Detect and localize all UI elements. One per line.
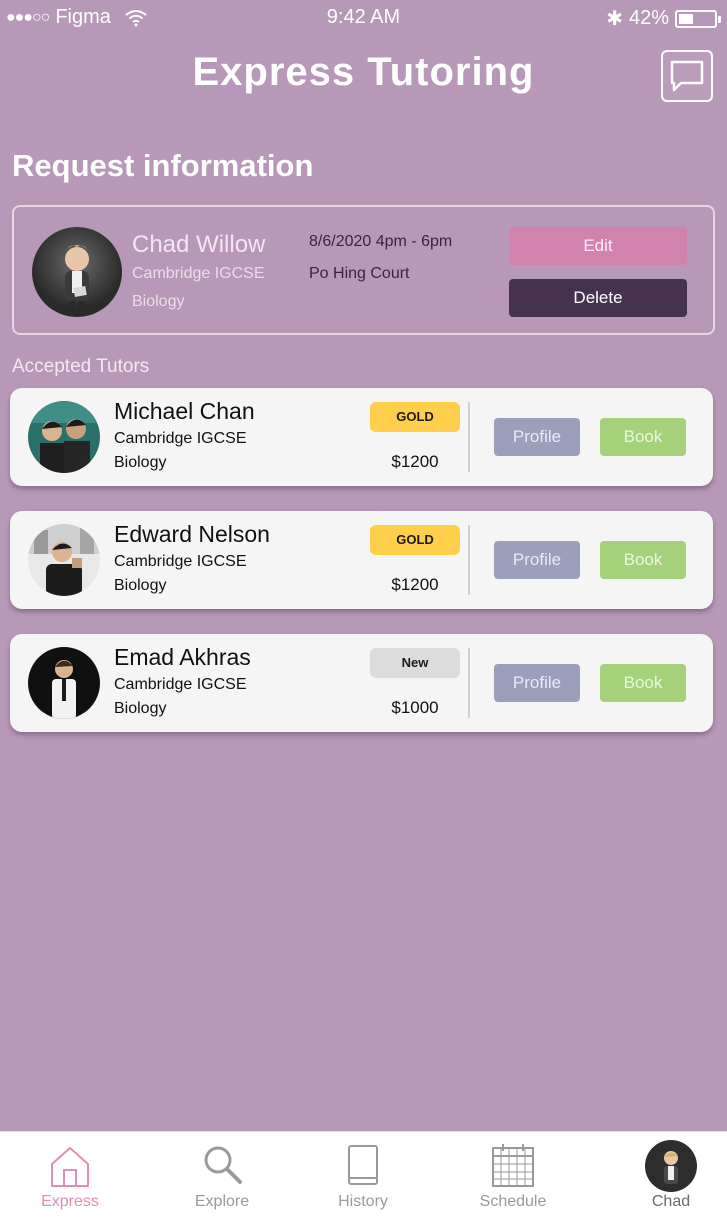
- card-divider: [468, 648, 470, 718]
- calendar-icon: [492, 1144, 534, 1187]
- book-button[interactable]: Book: [600, 418, 686, 456]
- student-avatar: [32, 227, 122, 317]
- tier-badge: New: [370, 648, 460, 678]
- tier-badge: GOLD: [370, 402, 460, 432]
- tutor-curriculum: Cambridge IGCSE: [114, 430, 247, 447]
- tab-profile-chad[interactable]: Chad: [601, 1132, 727, 1219]
- tab-express[interactable]: Express: [0, 1132, 140, 1219]
- student-curriculum: Cambridge IGCSE: [132, 265, 265, 282]
- request-location: Po Hing Court: [309, 265, 410, 282]
- request-section-title: Request information: [12, 148, 314, 183]
- home-icon: [51, 1147, 89, 1187]
- battery-percent: 42%: [628, 7, 669, 29]
- tutor-photo: [28, 647, 100, 719]
- profile-button[interactable]: Profile: [494, 541, 580, 579]
- card-divider: [468, 402, 470, 472]
- tutor-price: $1200: [391, 575, 439, 594]
- tutor-avatar: [28, 647, 100, 719]
- tab-explore[interactable]: Explore: [152, 1132, 292, 1219]
- battery-level: [679, 13, 693, 24]
- search-icon: [204, 1146, 242, 1184]
- tab-label: History: [338, 1193, 388, 1210]
- tutor-avatar: [28, 401, 100, 473]
- tab-schedule[interactable]: Schedule: [443, 1132, 583, 1219]
- tutor-subject: Biology: [114, 454, 167, 471]
- tutor-avatar: [28, 524, 100, 596]
- tab-history[interactable]: History: [293, 1132, 433, 1219]
- status-right: ✱ 42%: [606, 6, 721, 31]
- book-icon: [348, 1145, 378, 1185]
- bluetooth-icon: ✱: [606, 8, 623, 30]
- edit-button[interactable]: Edit: [509, 227, 687, 265]
- profile-button[interactable]: Profile: [494, 418, 580, 456]
- status-bar: ●●●○○ Figma 9:42 AM ✱ 42%: [0, 0, 727, 36]
- student-photo: [65, 245, 89, 313]
- tutor-photo: [28, 401, 100, 473]
- tutor-curriculum: Cambridge IGCSE: [114, 676, 247, 693]
- tutor-card: Michael Chan Cambridge IGCSE Biology GOL…: [10, 388, 713, 486]
- tutor-price: $1200: [391, 452, 439, 471]
- chat-bubble-icon: [670, 60, 704, 92]
- tab-label: Chad: [651, 1193, 691, 1210]
- tutor-price: $1000: [391, 698, 439, 717]
- tutor-photo: [28, 524, 100, 596]
- student-subject: Biology: [132, 293, 185, 310]
- tutor-name: Michael Chan: [114, 398, 255, 424]
- student-name: Chad Willow: [132, 231, 266, 258]
- avatar: [645, 1140, 697, 1192]
- delete-button[interactable]: Delete: [509, 279, 687, 317]
- user-avatar-photo: [645, 1140, 697, 1192]
- tutor-curriculum: Cambridge IGCSE: [114, 553, 247, 570]
- tutor-subject: Biology: [114, 577, 167, 594]
- profile-button[interactable]: Profile: [494, 664, 580, 702]
- tutor-card: Emad Akhras Cambridge IGCSE Biology New …: [10, 634, 713, 732]
- battery-icon: [675, 9, 721, 28]
- tier-badge: GOLD: [370, 525, 460, 555]
- tab-label: Express: [41, 1193, 99, 1210]
- accepted-tutors-label: Accepted Tutors: [12, 356, 150, 377]
- tab-bar: Express Explore History Schedule Chad: [0, 1131, 727, 1219]
- tutor-card: Edward Nelson Cambridge IGCSE Biology GO…: [10, 511, 713, 609]
- chat-button[interactable]: [661, 50, 713, 102]
- tutor-name: Edward Nelson: [114, 521, 270, 547]
- tab-label: Explore: [194, 1193, 250, 1210]
- card-divider: [468, 525, 470, 595]
- tutor-subject: Biology: [114, 700, 167, 717]
- tab-label: Schedule: [479, 1193, 547, 1210]
- request-datetime: 8/6/2020 4pm - 6pm: [309, 233, 453, 250]
- tutor-name: Emad Akhras: [114, 644, 251, 670]
- book-button[interactable]: Book: [600, 541, 686, 579]
- request-card: Chad Willow Cambridge IGCSE Biology 8/6/…: [12, 205, 715, 335]
- book-button[interactable]: Book: [600, 664, 686, 702]
- app-title: Express Tutoring: [192, 50, 535, 94]
